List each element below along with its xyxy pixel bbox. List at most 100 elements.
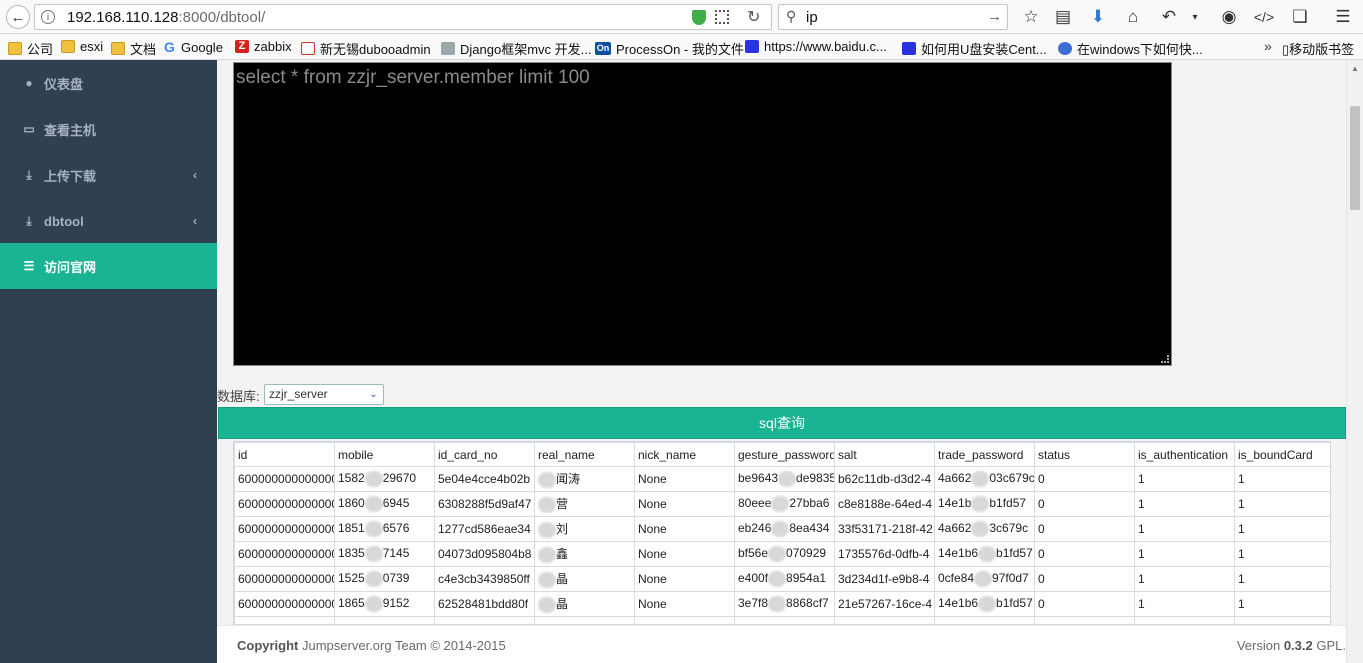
cell-value-tail: 刘 bbox=[556, 522, 569, 537]
cell-value: 1 bbox=[1238, 497, 1245, 511]
table-cell: 1851 6576 bbox=[334, 516, 435, 542]
sidebar-item-upload-download[interactable]: ⤓ 上传下载 ‹ bbox=[0, 152, 217, 198]
cell-value: 1525 bbox=[338, 571, 365, 586]
redacted-blur bbox=[971, 521, 990, 537]
table-cell bbox=[434, 616, 535, 624]
table-row[interactable]: 6000000000000005 1525 0739 c4e3cb3439850ff 晶… bbox=[234, 566, 1330, 592]
cell-value: 4a662 bbox=[938, 471, 972, 486]
bookmark-item[interactable]: On ProcessOn - 我的文件 bbox=[595, 39, 744, 58]
dropdown-caret-icon[interactable]: ▾ bbox=[1183, 5, 1207, 29]
cell-value: 6000000000000005 bbox=[238, 572, 335, 586]
cell-value: 1 bbox=[1138, 497, 1145, 511]
django-icon bbox=[441, 42, 455, 55]
database-icon: ☰ bbox=[23, 259, 35, 273]
sidebar-item-hosts[interactable]: ▭ 查看主机 bbox=[0, 106, 217, 152]
version-prefix: Version bbox=[1236, 638, 1284, 653]
scroll-up-icon[interactable]: ▲ bbox=[1351, 64, 1359, 73]
database-select[interactable]: zzjr_server ⌄ bbox=[264, 384, 384, 405]
url-bar[interactable]: i 192.168.110.128:8000/dbtool/ ↻ bbox=[34, 4, 772, 30]
table-row[interactable]: 6000000000000006 1865 9152 62528481bdd80f 晶 N… bbox=[234, 591, 1330, 617]
reload-icon[interactable]: ↻ bbox=[747, 7, 760, 27]
search-input[interactable]: ip bbox=[806, 9, 818, 26]
scroll-thumb[interactable] bbox=[1350, 106, 1360, 210]
table-body: 6000000000000001 1582 29670 5e04e4cce4b02b 闻… bbox=[234, 466, 1330, 624]
search-bar[interactable]: ⚲ ip → bbox=[778, 4, 1008, 30]
search-go-icon[interactable]: → bbox=[987, 8, 1002, 25]
bookmark-item[interactable]: G Google bbox=[164, 39, 223, 55]
table-cell: 0 bbox=[1034, 591, 1135, 617]
cell-value: 1277cd586eae34 bbox=[438, 522, 531, 536]
bookmark-item[interactable]: Django框架mvc 开发... bbox=[441, 39, 591, 58]
table-cell: 1835 7145 bbox=[334, 541, 435, 567]
table-cell: None bbox=[634, 541, 735, 567]
mobile-bookmarks[interactable]: ▯移动版书签 bbox=[1282, 39, 1354, 58]
table-cell: 1860 6945 bbox=[334, 491, 435, 517]
star-icon[interactable]: ☆ bbox=[1019, 5, 1043, 29]
reading-list-icon[interactable]: ▤ bbox=[1051, 5, 1075, 29]
table-cell: 6000000000000003 bbox=[234, 516, 335, 542]
home-icon[interactable]: ⌂ bbox=[1121, 5, 1145, 29]
bookmark-item[interactable]: esxi bbox=[61, 39, 103, 54]
column-header: trade_password bbox=[934, 442, 1035, 467]
shield-icon[interactable] bbox=[692, 10, 706, 25]
qr-code-icon[interactable] bbox=[715, 10, 729, 24]
sidebar-item-official-site[interactable]: ☰ 访问官网 bbox=[0, 243, 217, 289]
chat-icon[interactable]: ◉ bbox=[1217, 5, 1241, 29]
cell-value: 0 bbox=[1038, 572, 1045, 586]
sql-editor[interactable]: select * from zzjr_server.member limit 1… bbox=[233, 62, 1172, 366]
bookmark-label: esxi bbox=[80, 39, 104, 54]
table-cell: 0 bbox=[1034, 516, 1135, 542]
code-icon[interactable]: </> bbox=[1252, 5, 1276, 29]
column-header: real_name bbox=[534, 442, 635, 467]
bookmark-item[interactable]: 文档 bbox=[111, 39, 156, 58]
bookmark-label: 如何用U盘安装Cent... bbox=[921, 42, 1047, 57]
table-cell: 营 bbox=[534, 491, 635, 517]
cell-value-tail: 闻涛 bbox=[556, 472, 581, 487]
menu-icon[interactable]: ☰ bbox=[1331, 5, 1355, 29]
redacted-blur bbox=[538, 596, 556, 613]
redacted-blur bbox=[971, 496, 990, 512]
bookmark-item[interactable]: https://www.baidu.c... bbox=[745, 39, 887, 54]
info-icon[interactable]: i bbox=[41, 10, 55, 24]
version-suffix: GPL. bbox=[1312, 638, 1346, 653]
sidebar-item-dbtool[interactable]: ⤓ dbtool ‹ bbox=[0, 198, 217, 244]
page-scrollbar[interactable]: ▲ bbox=[1346, 60, 1363, 663]
crop-icon[interactable]: ❏ bbox=[1288, 5, 1312, 29]
folder-icon bbox=[61, 40, 75, 53]
bookmark-label: 新无锡dubooadmin bbox=[320, 42, 431, 57]
cell-value: 0 bbox=[1038, 497, 1045, 511]
redacted-blur bbox=[538, 521, 556, 538]
table-row[interactable]: 60000000000000071875None011 bbox=[234, 616, 1330, 624]
bookmark-item[interactable]: Zzabbix bbox=[235, 39, 292, 54]
sql-text[interactable]: select * from zzjr_server.member limit 1… bbox=[236, 67, 590, 89]
bookmarks-more-button[interactable]: » bbox=[1264, 38, 1272, 54]
table-row[interactable]: 6000000000000002 1860 6945 6308288f5d9af47 营… bbox=[234, 491, 1330, 517]
server-icon: ▭ bbox=[23, 122, 35, 136]
back-arrow-icon[interactable]: ← bbox=[6, 5, 30, 29]
cell-value: 6000000000000004 bbox=[238, 547, 335, 561]
url-text[interactable]: 192.168.110.128:8000/dbtool/ bbox=[67, 9, 265, 26]
bookmark-item[interactable]: 新无锡dubooadmin bbox=[301, 39, 431, 58]
resize-handle-icon[interactable] bbox=[1161, 355, 1169, 363]
bookmark-item[interactable]: 公司 bbox=[8, 39, 53, 58]
sql-query-button[interactable]: sql查询 bbox=[218, 407, 1346, 439]
cell-value: 0 bbox=[1038, 522, 1045, 536]
download-arrow-icon[interactable]: ⬇ bbox=[1086, 5, 1110, 29]
table-cell: b62c11db-d3d2-4 bbox=[834, 466, 935, 492]
table-cell: None bbox=[634, 491, 735, 517]
table-cell: 6000000000000007 bbox=[234, 616, 335, 624]
cell-value: 1860 bbox=[338, 496, 365, 511]
redacted-blur bbox=[768, 596, 787, 612]
table-row[interactable]: 6000000000000003 1851 6576 1277cd586eae34 刘 N… bbox=[234, 516, 1330, 542]
cell-value: 21e57267-16ce-4 bbox=[838, 597, 933, 611]
bookmark-item[interactable]: 如何用U盘安装Cent... bbox=[902, 39, 1047, 58]
table-row[interactable]: 6000000000000001 1582 29670 5e04e4cce4b02b 闻… bbox=[234, 466, 1330, 492]
cell-value: 1 bbox=[1138, 572, 1145, 586]
undo-icon[interactable]: ↶ bbox=[1157, 5, 1181, 29]
url-path: :8000/dbtool/ bbox=[178, 9, 266, 26]
sidebar-item-dashboard[interactable]: ● 仪表盘 bbox=[0, 60, 217, 106]
cell-value: 14e1b bbox=[938, 496, 972, 511]
bookmark-item[interactable]: 在windows下如何快... bbox=[1058, 39, 1203, 58]
cell-value: 80eee bbox=[738, 496, 772, 511]
table-row[interactable]: 6000000000000004 1835 7145 04073d095804b8 鑫 N… bbox=[234, 541, 1330, 567]
